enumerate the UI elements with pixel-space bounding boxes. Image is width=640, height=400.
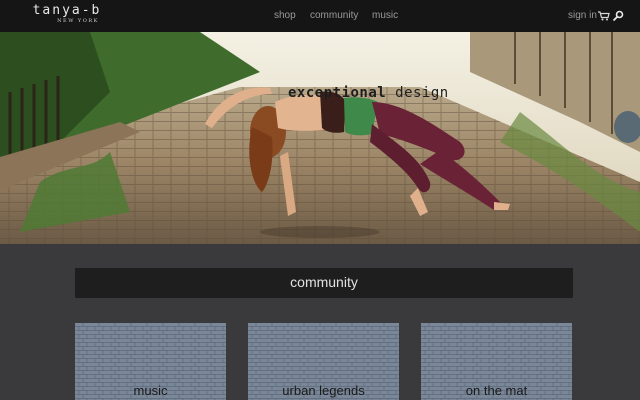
card-on-the-mat[interactable]: on the mat [421, 323, 572, 400]
card-music[interactable]: music [75, 323, 226, 400]
tagline-rest: design [386, 85, 449, 101]
top-nav-bar: tanya-b NEW YORK shop community music si… [0, 0, 640, 32]
sign-in-link[interactable]: sign in [568, 10, 597, 21]
hero-tagline: exceptional design [288, 85, 449, 101]
card-label: urban legends [282, 383, 365, 398]
nav-item-shop[interactable]: shop [274, 10, 296, 21]
hero-banner: exceptional design [0, 32, 640, 244]
card-urban-legends[interactable]: urban legends [248, 323, 399, 400]
community-section-header: community [75, 268, 573, 298]
card-label: on the mat [465, 383, 528, 398]
nav-item-music[interactable]: music [372, 10, 398, 21]
nav-item-community[interactable]: community [310, 10, 358, 21]
main-nav: shop community music [0, 0, 640, 32]
cart-icon[interactable] [598, 11, 610, 21]
card-label: music [133, 383, 168, 398]
section-title: community [290, 274, 358, 290]
search-icon[interactable] [612, 10, 624, 22]
tagline-bold: exceptional [288, 85, 387, 101]
hero-photo [0, 32, 640, 244]
